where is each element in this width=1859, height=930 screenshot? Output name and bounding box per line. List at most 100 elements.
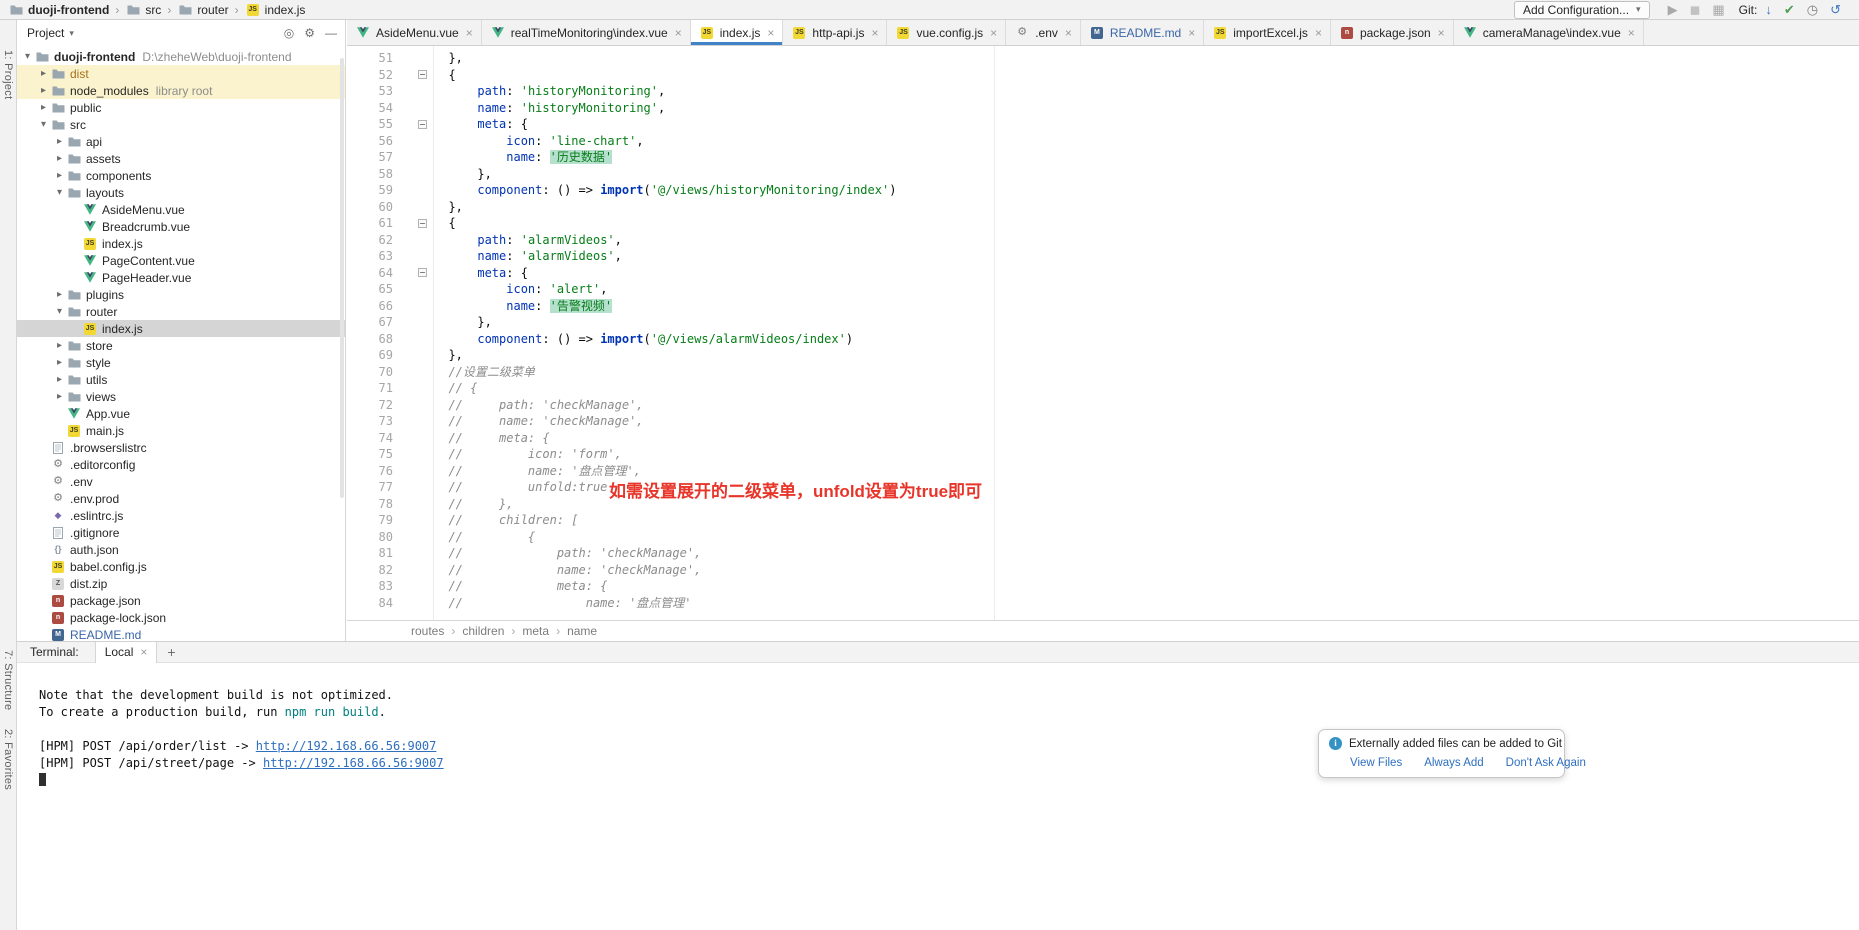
close-icon[interactable]: × <box>1438 26 1445 40</box>
close-icon[interactable]: × <box>1188 26 1195 40</box>
code-line[interactable]: component: () => import('@/views/history… <box>434 182 1859 199</box>
close-icon[interactable]: × <box>871 26 878 40</box>
tree-item[interactable]: JSindex.js <box>17 235 345 252</box>
code-line[interactable]: // path: 'checkManage', <box>434 397 1859 414</box>
coverage-icon[interactable]: ▦ <box>1712 3 1724 16</box>
code-line[interactable]: name: 'alarmVideos', <box>434 248 1859 265</box>
close-icon[interactable]: × <box>140 645 147 659</box>
code-line[interactable]: }, <box>434 347 1859 364</box>
editor-tab[interactable]: npackage.json× <box>1331 20 1454 45</box>
git-commit-icon[interactable]: ✔ <box>1784 3 1795 16</box>
tool-button-project[interactable]: 1: Project <box>2 50 14 99</box>
chevron-right-icon[interactable]: ▸ <box>53 290 66 300</box>
chevron-right-icon[interactable]: ▸ <box>37 86 50 96</box>
add-configuration-button[interactable]: Add Configuration... ▾ <box>1514 1 1650 19</box>
tree-item[interactable]: ▾layouts <box>17 184 345 201</box>
breadcrumb-item[interactable]: routes <box>411 624 444 638</box>
close-icon[interactable]: × <box>675 26 682 40</box>
tree-item[interactable]: JSindex.js <box>17 320 345 337</box>
code-editor[interactable]: 5152535455565758596061626364656667686970… <box>347 46 1859 620</box>
chevron-right-icon[interactable]: ▸ <box>53 171 66 181</box>
breadcrumb-item[interactable]: duoji-frontend <box>6 3 111 17</box>
project-view-selector[interactable]: Project ▾ <box>27 26 74 40</box>
code-line[interactable]: { <box>434 67 1859 84</box>
code-lines[interactable]: }, { path: 'historyMonitoring', name: 'h… <box>434 46 1859 620</box>
terminal-link[interactable]: http://192.168.66.56:9007 <box>256 739 437 753</box>
chevron-right-icon[interactable]: ▸ <box>53 341 66 351</box>
tree-item[interactable]: ◆.eslintrc.js <box>17 507 345 524</box>
tree-item[interactable]: ▸views <box>17 388 345 405</box>
tree-item[interactable]: {}auth.json <box>17 541 345 558</box>
code-line[interactable]: // name: '盘点管理' <box>434 595 1859 612</box>
editor-tab[interactable]: JSimportExcel.js× <box>1204 20 1331 45</box>
code-line[interactable]: // name: '盘点管理', <box>434 463 1859 480</box>
notification-action[interactable]: Always Add <box>1424 757 1483 769</box>
breadcrumb-item[interactable]: children <box>462 624 504 638</box>
locate-file-icon[interactable]: ◎ <box>284 26 294 40</box>
tree-item[interactable]: ⚙.editorconfig <box>17 456 345 473</box>
tree-item[interactable]: ▸dist <box>17 65 345 82</box>
code-line[interactable]: //设置二级菜单 <box>434 364 1859 381</box>
close-icon[interactable]: × <box>1065 26 1072 40</box>
rollback-icon[interactable]: ↺ <box>1830 3 1841 16</box>
fold-icon[interactable] <box>418 268 427 277</box>
tree-item[interactable]: ▸public <box>17 99 345 116</box>
tree-item[interactable]: JSmain.js <box>17 422 345 439</box>
tree-item[interactable]: npackage.json <box>17 592 345 609</box>
tree-item[interactable]: ▾src <box>17 116 345 133</box>
notification-action[interactable]: Don't Ask Again <box>1506 757 1586 769</box>
code-line[interactable]: // name: 'checkManage', <box>434 562 1859 579</box>
tree-item[interactable]: JSbabel.config.js <box>17 558 345 575</box>
code-line[interactable]: // { <box>434 529 1859 546</box>
close-icon[interactable]: × <box>1315 26 1322 40</box>
chevron-right-icon[interactable]: ▸ <box>53 392 66 402</box>
breadcrumb-item[interactable]: src <box>123 3 163 17</box>
chevron-down-icon[interactable]: ▾ <box>21 52 34 62</box>
breadcrumb-item[interactable]: JSindex.js <box>243 3 308 17</box>
editor-tab[interactable]: JShttp-api.js× <box>783 20 887 45</box>
code-line[interactable]: name: '告警视频' <box>434 298 1859 315</box>
fold-icon[interactable] <box>418 120 427 129</box>
chevron-down-icon[interactable]: ▾ <box>53 188 66 198</box>
tree-item[interactable]: ▸store <box>17 337 345 354</box>
code-line[interactable]: // meta: { <box>434 430 1859 447</box>
history-icon[interactable]: ◷ <box>1807 3 1818 16</box>
tree-item[interactable]: PageHeader.vue <box>17 269 345 286</box>
chevron-right-icon[interactable]: ▸ <box>37 103 50 113</box>
fold-icon[interactable] <box>418 70 427 79</box>
editor-tab[interactable]: realTimeMonitoring\index.vue× <box>482 20 691 45</box>
terminal-tab-local[interactable]: Local × <box>95 642 158 663</box>
close-icon[interactable]: × <box>767 26 774 40</box>
tool-button-favorites[interactable]: 2: Favorites <box>2 729 14 790</box>
tree-item[interactable]: ▸api <box>17 133 345 150</box>
tree-item[interactable]: ⚙.env <box>17 473 345 490</box>
tool-button-structure[interactable]: 7: Structure <box>2 650 14 710</box>
tree-item[interactable]: Zdist.zip <box>17 575 345 592</box>
chevron-right-icon[interactable]: ▸ <box>53 358 66 368</box>
stop-icon[interactable]: ◼ <box>1690 3 1701 16</box>
code-line[interactable]: // path: 'checkManage', <box>434 545 1859 562</box>
tree-item[interactable]: MREADME.md <box>17 626 345 641</box>
code-line[interactable]: // meta: { <box>434 578 1859 595</box>
tree-item[interactable]: ⚙.env.prod <box>17 490 345 507</box>
tree-item[interactable]: npackage-lock.json <box>17 609 345 626</box>
tree-item[interactable]: ▸plugins <box>17 286 345 303</box>
tree-item[interactable]: .gitignore <box>17 524 345 541</box>
editor-tab[interactable]: ⚙.env× <box>1006 20 1081 45</box>
chevron-down-icon[interactable]: ▾ <box>53 307 66 317</box>
editor-tab[interactable]: JSindex.js× <box>691 20 784 45</box>
code-line[interactable]: meta: { <box>434 265 1859 282</box>
scrollbar-thumb[interactable] <box>340 58 344 498</box>
editor-tab[interactable]: MREADME.md× <box>1081 20 1204 45</box>
code-line[interactable]: icon: 'alert', <box>434 281 1859 298</box>
tree-item[interactable]: App.vue <box>17 405 345 422</box>
tree-item[interactable]: AsideMenu.vue <box>17 201 345 218</box>
terminal-output[interactable]: Note that the development build is not o… <box>17 663 1859 930</box>
code-line[interactable]: { <box>434 215 1859 232</box>
editor-tab[interactable]: cameraManage\index.vue× <box>1454 20 1644 45</box>
notification-action[interactable]: View Files <box>1350 757 1402 769</box>
close-icon[interactable]: × <box>466 26 473 40</box>
code-line[interactable]: name: 'historyMonitoring', <box>434 100 1859 117</box>
editor-tab[interactable]: JSvue.config.js× <box>887 20 1006 45</box>
tree-item[interactable]: ▸components <box>17 167 345 184</box>
